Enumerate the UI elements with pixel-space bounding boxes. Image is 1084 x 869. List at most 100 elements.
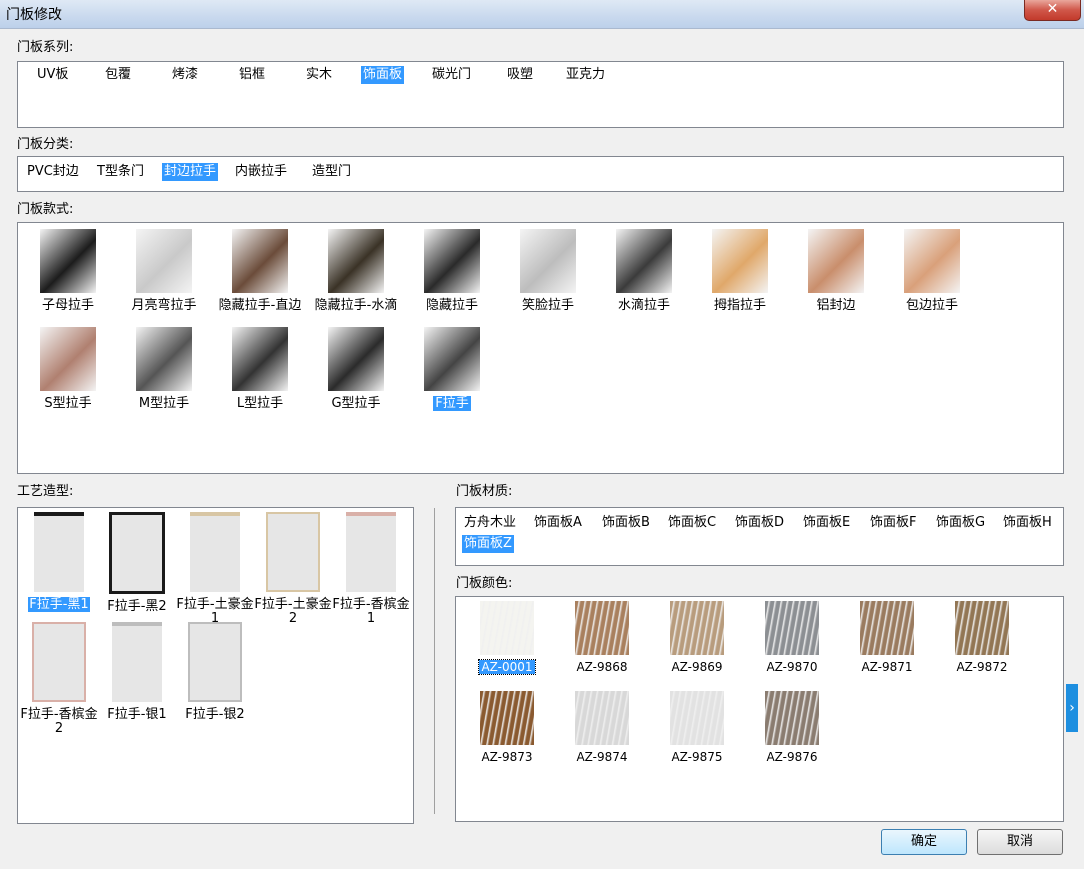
craft-tile[interactable]: F拉手-黑1: [20, 512, 98, 612]
color-swatch[interactable]: AZ-9868: [562, 601, 642, 674]
wood-grain-swatch-icon: [670, 601, 724, 655]
style-tile[interactable]: 水滴拉手: [598, 229, 690, 313]
craft-tile[interactable]: F拉手-香槟金2: [20, 622, 98, 736]
style-tile[interactable]: M型拉手: [118, 327, 210, 411]
style-tile-label: 笑脸拉手: [502, 299, 594, 313]
material-option[interactable]: 饰面板G: [934, 514, 987, 532]
material-option[interactable]: 饰面板B: [600, 514, 652, 532]
style-tile[interactable]: 笑脸拉手: [502, 229, 594, 313]
style-tile[interactable]: F拉手: [406, 327, 498, 411]
door-panel-icon: [34, 512, 84, 592]
door-panel-icon: [32, 622, 86, 702]
handle-l-icon: [232, 327, 288, 391]
color-swatch-label: AZ-9868: [562, 660, 642, 674]
handle-hidden-icon: [424, 229, 480, 293]
colors-list: AZ-0001 AZ-9868 AZ-9869 AZ-9870 AZ-9871 AZ-98…: [455, 596, 1064, 822]
category-option[interactable]: 封边拉手: [162, 163, 219, 181]
style-tile[interactable]: G型拉手: [310, 327, 402, 411]
color-swatch[interactable]: AZ-9875: [657, 691, 737, 764]
door-panel-icon: [346, 512, 396, 592]
craft-tile[interactable]: F拉手-土豪金2: [254, 512, 332, 626]
style-tile[interactable]: 包边拉手: [886, 229, 978, 313]
style-tile[interactable]: 隐藏拉手-水滴: [310, 229, 402, 313]
material-option[interactable]: 饰面板E: [801, 514, 852, 532]
category-option[interactable]: PVC封边: [25, 163, 81, 181]
series-option[interactable]: 铝框: [237, 66, 267, 84]
craft-tile[interactable]: F拉手-银2: [176, 622, 254, 722]
style-tile[interactable]: 拇指拉手: [694, 229, 786, 313]
material-option[interactable]: 饰面板Z: [462, 535, 514, 553]
series-option[interactable]: 饰面板: [361, 66, 405, 84]
material-option[interactable]: 方舟木业: [462, 514, 518, 532]
color-swatch[interactable]: AZ-9870: [752, 601, 832, 674]
color-code: AZ-9870: [766, 660, 818, 674]
color-code: AZ-9872: [956, 660, 1008, 674]
wood-grain-swatch-icon: [480, 691, 534, 745]
color-swatch[interactable]: AZ-9872: [942, 601, 1022, 674]
color-swatch[interactable]: AZ-9876: [752, 691, 832, 764]
color-swatch[interactable]: AZ-9873: [467, 691, 547, 764]
material-option[interactable]: 饰面板C: [666, 514, 718, 532]
series-option[interactable]: 烤漆: [170, 66, 200, 84]
craft-tile-label: F拉手-土豪金2: [254, 598, 332, 626]
color-code: AZ-9873: [481, 750, 533, 764]
style-tile[interactable]: 子母拉手: [22, 229, 114, 313]
category-option[interactable]: 内嵌拉手: [233, 163, 289, 181]
aluminum-edge-icon: [808, 229, 864, 293]
material-option[interactable]: 饰面板D: [733, 514, 786, 532]
category-option[interactable]: 造型门: [310, 163, 353, 181]
style-tile-label: M型拉手: [118, 397, 210, 411]
material-option[interactable]: 饰面板H: [1001, 514, 1054, 532]
craft-tile[interactable]: F拉手-黑2: [98, 512, 176, 614]
style-tile[interactable]: 月亮弯拉手: [118, 229, 210, 313]
style-tile-label: 包边拉手: [886, 299, 978, 313]
series-option[interactable]: 吸塑: [505, 66, 535, 84]
material-option[interactable]: 饰面板A: [532, 514, 584, 532]
handle-black-profile-icon: [40, 229, 96, 293]
vertical-separator: [434, 508, 435, 814]
series-option[interactable]: 实木: [304, 66, 334, 84]
wood-grain-swatch-icon: [765, 601, 819, 655]
series-option[interactable]: 亚克力: [564, 66, 607, 84]
series-option[interactable]: 包覆: [103, 66, 133, 84]
color-code: AZ-9869: [671, 660, 723, 674]
door-panel-icon: [112, 622, 162, 702]
close-button[interactable]: ✕: [1024, 0, 1081, 21]
color-swatch[interactable]: AZ-0001: [467, 601, 547, 675]
craft-name: F拉手-银1: [107, 707, 167, 722]
craft-tile[interactable]: F拉手-土豪金1: [176, 512, 254, 626]
craft-tile-label: F拉手-银2: [176, 708, 254, 722]
craft-name: F拉手-香槟金1: [332, 597, 410, 626]
series-option[interactable]: UV板: [35, 66, 70, 84]
handle-g-icon: [328, 327, 384, 391]
material-option[interactable]: 饰面板F: [868, 514, 918, 532]
series-option[interactable]: 碳光门: [430, 66, 473, 84]
expand-panel-arrow-icon[interactable]: ›: [1066, 684, 1078, 732]
style-tile-label: F拉手: [406, 396, 498, 411]
style-tile[interactable]: 隐藏拉手: [406, 229, 498, 313]
style-tile-label: 拇指拉手: [694, 299, 786, 313]
craft-label: 工艺造型:: [17, 484, 74, 499]
color-swatch-label: AZ-9869: [657, 660, 737, 674]
color-swatch[interactable]: AZ-9871: [847, 601, 927, 674]
style-tile-label: 水滴拉手: [598, 299, 690, 313]
category-option[interactable]: T型条门: [95, 163, 146, 181]
color-swatch-label: AZ-9872: [942, 660, 1022, 674]
craft-tile-label: F拉手-黑2: [98, 600, 176, 614]
wood-grain-swatch-icon: [480, 601, 534, 655]
style-tile[interactable]: 铝封边: [790, 229, 882, 313]
craft-tile[interactable]: F拉手-香槟金1: [332, 512, 410, 626]
style-tile-label: 月亮弯拉手: [118, 299, 210, 313]
ok-button[interactable]: 确定: [881, 829, 967, 855]
style-name: 铝封边: [816, 298, 856, 313]
craft-tile[interactable]: F拉手-银1: [98, 622, 176, 722]
cancel-button[interactable]: 取消: [977, 829, 1063, 855]
style-tile[interactable]: 隐藏拉手-直边: [214, 229, 306, 313]
series-label: 门板系列:: [17, 40, 74, 55]
style-tile[interactable]: L型拉手: [214, 327, 306, 411]
style-tile-label: L型拉手: [214, 397, 306, 411]
category-list: PVC封边 T型条门 封边拉手 内嵌拉手 造型门: [17, 156, 1064, 192]
style-tile[interactable]: S型拉手: [22, 327, 114, 411]
color-swatch[interactable]: AZ-9874: [562, 691, 642, 764]
color-swatch[interactable]: AZ-9869: [657, 601, 737, 674]
